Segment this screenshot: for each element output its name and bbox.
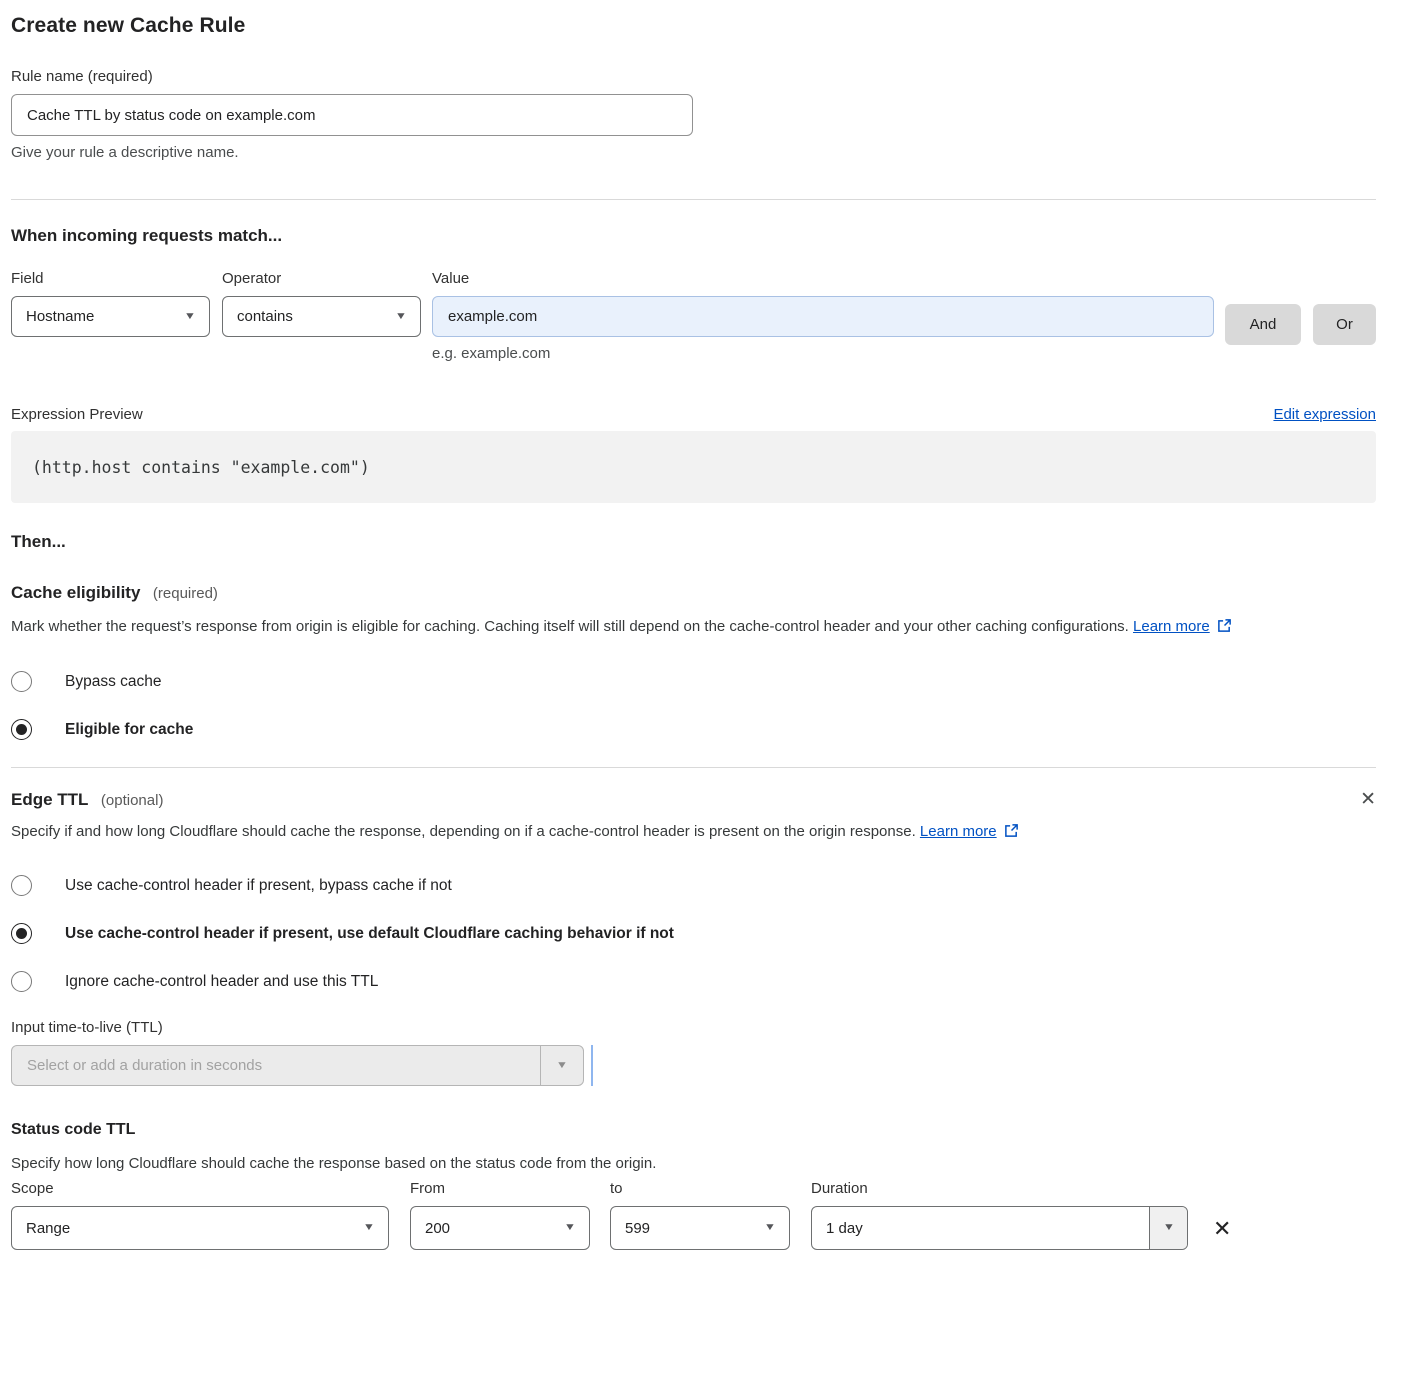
expression-preview-box: (http.host contains "example.com") — [11, 431, 1376, 503]
to-select[interactable]: 599 ▼ — [610, 1206, 790, 1250]
text-cursor — [591, 1045, 593, 1086]
to-label: to — [610, 1180, 790, 1197]
duration-select-value: 1 day — [812, 1207, 1149, 1249]
from-select[interactable]: 200 ▼ — [410, 1206, 590, 1250]
remove-row-icon[interactable]: ✕ — [1213, 1216, 1231, 1241]
duration-label: Duration — [811, 1180, 1188, 1197]
learn-more-link[interactable]: Learn more — [1133, 618, 1210, 635]
chevron-down-icon: ▼ — [564, 1223, 576, 1233]
cache-eligibility-heading: Cache eligibility — [11, 583, 140, 602]
rule-name-label: Rule name (required) — [11, 68, 1376, 85]
scope-label: Scope — [11, 1180, 389, 1197]
radio-eligible-for-cache[interactable]: Eligible for cache — [11, 719, 1376, 740]
radio-icon — [11, 923, 32, 944]
match-value-input[interactable] — [432, 296, 1214, 337]
close-icon[interactable]: ✕ — [1360, 790, 1376, 809]
radio-icon — [11, 671, 32, 692]
chevron-down-icon: ▼ — [363, 1223, 375, 1233]
chevron-down-icon: ▼ — [1149, 1207, 1187, 1249]
page-title: Create new Cache Rule — [11, 14, 1376, 38]
radio-icon — [11, 875, 32, 896]
ttl-input-label: Input time-to-live (TTL) — [11, 1019, 1376, 1036]
required-tag: (required) — [153, 585, 218, 602]
operator-select-value: contains — [237, 308, 293, 325]
ttl-duration-placeholder: Select or add a duration in seconds — [12, 1046, 540, 1085]
or-button[interactable]: Or — [1313, 304, 1376, 345]
radio-ignore-header[interactable]: Ignore cache-control header and use this… — [11, 971, 1376, 992]
ttl-duration-select[interactable]: Select or add a duration in seconds ▼ — [11, 1045, 584, 1086]
edit-expression-link[interactable]: Edit expression — [1273, 406, 1376, 423]
to-select-value: 599 — [625, 1220, 650, 1237]
and-button[interactable]: And — [1225, 304, 1301, 345]
cache-eligibility-description: Mark whether the request’s response from… — [11, 613, 1361, 643]
external-link-icon — [1004, 820, 1019, 848]
create-cache-rule-form: Create new Cache Rule Rule name (require… — [0, 0, 1412, 1250]
rule-name-help: Give your rule a descriptive name. — [11, 144, 1376, 161]
chevron-down-icon: ▼ — [184, 312, 196, 322]
field-label: Field — [11, 270, 210, 287]
radio-bypass-cache[interactable]: Bypass cache — [11, 671, 1376, 692]
divider — [11, 767, 1376, 768]
status-code-ttl-heading: Status code TTL — [11, 1121, 1376, 1139]
external-link-icon — [1217, 615, 1232, 643]
then-heading: Then... — [11, 532, 1376, 552]
match-section-heading: When incoming requests match... — [11, 226, 1376, 246]
value-help: e.g. example.com — [432, 345, 1214, 362]
divider — [11, 199, 1376, 200]
operator-label: Operator — [222, 270, 421, 287]
expression-preview-label: Expression Preview — [11, 406, 143, 423]
duration-select[interactable]: 1 day ▼ — [811, 1206, 1188, 1250]
from-label: From — [410, 1180, 590, 1197]
optional-tag: (optional) — [101, 792, 164, 809]
chevron-down-icon: ▼ — [395, 312, 407, 322]
expression-code: (http.host contains "example.com") — [32, 458, 370, 477]
from-select-value: 200 — [425, 1220, 450, 1237]
rule-name-input[interactable] — [11, 94, 693, 136]
status-code-ttl-description: Specify how long Cloudflare should cache… — [11, 1150, 1376, 1178]
edge-ttl-heading: Edge TTL — [11, 790, 88, 809]
learn-more-link[interactable]: Learn more — [920, 823, 997, 840]
operator-select[interactable]: contains ▼ — [222, 296, 421, 337]
chevron-down-icon: ▼ — [540, 1046, 583, 1085]
value-label: Value — [432, 270, 1214, 287]
radio-label: Ignore cache-control header and use this… — [65, 973, 378, 991]
radio-label: Use cache-control header if present, byp… — [65, 877, 452, 895]
chevron-down-icon: ▼ — [764, 1223, 776, 1233]
field-select[interactable]: Hostname ▼ — [11, 296, 210, 337]
radio-icon — [11, 719, 32, 740]
radio-use-header-default[interactable]: Use cache-control header if present, use… — [11, 923, 1376, 944]
radio-label: Use cache-control header if present, use… — [65, 925, 674, 943]
edge-ttl-description: Specify if and how long Cloudflare shoul… — [11, 818, 1116, 848]
scope-select[interactable]: Range ▼ — [11, 1206, 389, 1250]
radio-label: Bypass cache — [65, 673, 162, 691]
scope-select-value: Range — [26, 1220, 70, 1237]
radio-use-header-bypass[interactable]: Use cache-control header if present, byp… — [11, 875, 1376, 896]
radio-icon — [11, 971, 32, 992]
radio-label: Eligible for cache — [65, 721, 193, 739]
field-select-value: Hostname — [26, 308, 94, 325]
